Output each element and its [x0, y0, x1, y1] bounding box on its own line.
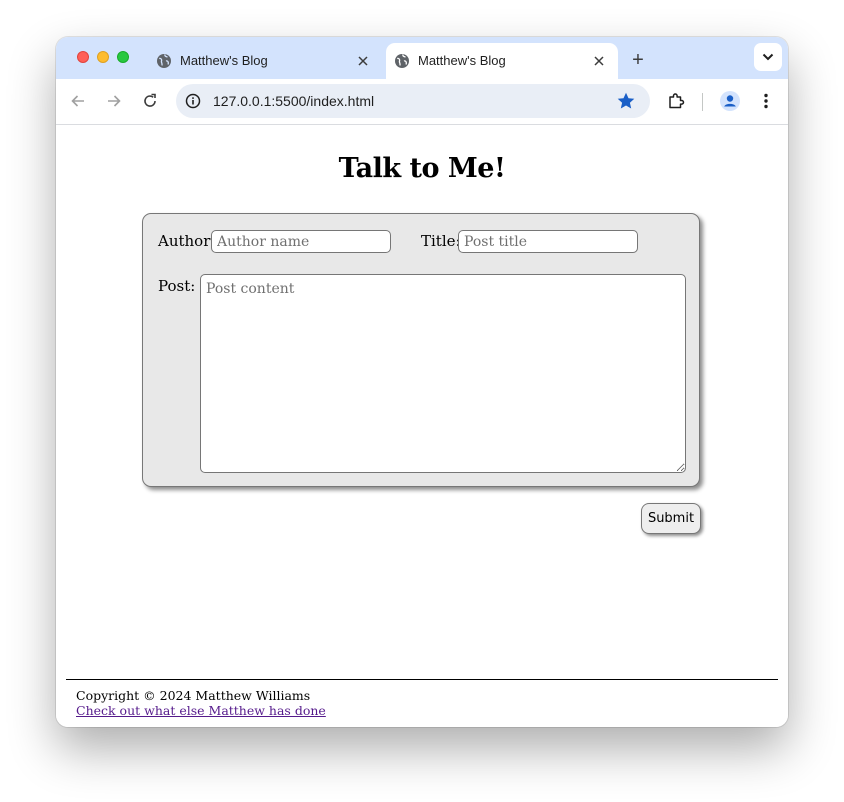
extensions-button[interactable]	[664, 89, 688, 113]
reload-button[interactable]	[138, 89, 162, 113]
globe-icon	[395, 54, 409, 68]
title-input[interactable]	[458, 230, 638, 253]
kebab-menu-icon	[764, 93, 768, 109]
globe-icon	[157, 54, 171, 68]
puzzle-piece-icon	[669, 93, 685, 109]
tab-search-button[interactable]	[754, 43, 782, 71]
tab-1-title: Matthew's Blog	[180, 53, 268, 68]
tab-2-title: Matthew's Blog	[418, 53, 506, 68]
close-tab-icon[interactable]	[354, 52, 372, 70]
new-tab-button[interactable]: +	[626, 48, 650, 72]
reload-icon	[144, 93, 156, 107]
arrow-right-icon	[108, 95, 121, 107]
page-title: Talk to Me!	[338, 153, 506, 184]
close-window-button[interactable]	[77, 51, 89, 63]
portfolio-link[interactable]: Check out what else Matthew has done	[76, 703, 326, 718]
site-info-icon[interactable]	[185, 93, 201, 109]
maximize-window-button[interactable]	[117, 51, 129, 63]
submit-button[interactable]: Submit	[641, 503, 701, 534]
minimize-window-button[interactable]	[97, 51, 109, 63]
close-tab-icon[interactable]	[590, 52, 608, 70]
title-label: Title:	[421, 232, 461, 250]
url-text[interactable]: 127.0.0.1:5500/index.html	[213, 93, 374, 109]
footer-divider	[66, 679, 778, 680]
chevron-down-icon	[762, 53, 774, 61]
tab-2[interactable]: Matthew's Blog	[386, 43, 618, 79]
arrow-left-icon	[71, 95, 84, 107]
copyright-text: Copyright © 2024 Matthew Williams	[76, 688, 311, 703]
bookmark-star-icon[interactable]	[616, 91, 636, 111]
page-viewport: Talk to Me! Author: Title: Post: Submit …	[56, 125, 788, 727]
author-label: Author:	[158, 232, 216, 250]
avatar-icon	[720, 91, 740, 111]
browser-window: Matthew's Blog Matthew's Blog + 127.0.0.…	[56, 37, 788, 727]
browser-menu-button[interactable]	[754, 89, 778, 113]
profile-button[interactable]	[718, 89, 742, 113]
post-form: Author: Title: Post:	[142, 213, 700, 487]
author-input[interactable]	[211, 230, 391, 253]
address-bar[interactable]: 127.0.0.1:5500/index.html	[176, 84, 650, 118]
tab-1[interactable]: Matthew's Blog	[146, 43, 384, 79]
toolbar-divider	[702, 93, 703, 111]
forward-button[interactable]	[102, 89, 126, 113]
post-textarea[interactable]	[200, 274, 686, 473]
back-button[interactable]	[66, 89, 90, 113]
tab-strip: Matthew's Blog Matthew's Blog +	[56, 37, 788, 79]
browser-toolbar: 127.0.0.1:5500/index.html	[56, 79, 788, 125]
post-label: Post:	[158, 277, 196, 295]
